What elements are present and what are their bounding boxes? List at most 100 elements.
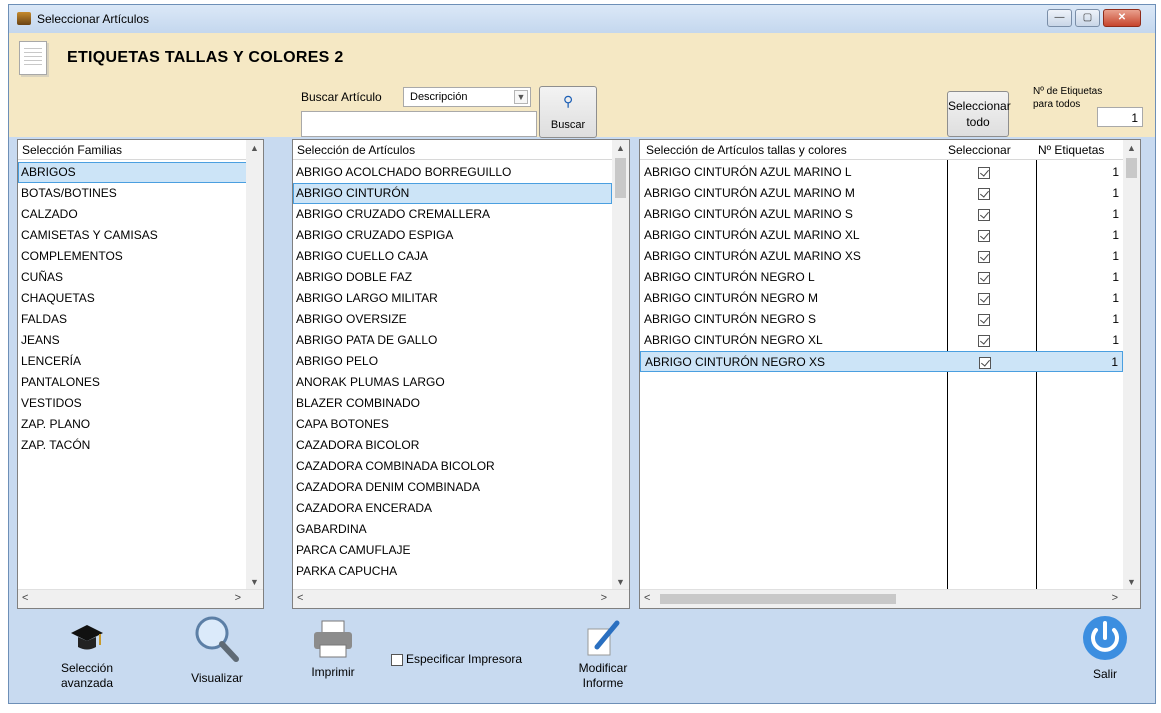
- scroll-up-icon[interactable]: ▲: [1123, 140, 1140, 156]
- table-row[interactable]: ABRIGO CINTURÓN NEGRO M 1: [640, 288, 1123, 309]
- specify-printer-option[interactable]: Especificar Impresora: [391, 652, 522, 666]
- select-cell[interactable]: [978, 267, 990, 288]
- table-row[interactable]: ABRIGO CINTURÓN AZUL MARINO XL 1: [640, 225, 1123, 246]
- families-hscroll[interactable]: < >: [18, 589, 263, 608]
- article-item[interactable]: ANORAK PLUMAS LARGO: [293, 372, 612, 393]
- select-cell[interactable]: [978, 162, 990, 183]
- table-row[interactable]: ABRIGO CINTURÓN AZUL MARINO S 1: [640, 204, 1123, 225]
- family-item[interactable]: JEANS: [18, 330, 263, 351]
- select-checkbox[interactable]: [979, 356, 991, 369]
- scroll-left-icon[interactable]: <: [644, 592, 650, 604]
- scroll-right-icon[interactable]: >: [235, 592, 241, 604]
- select-checkbox[interactable]: [978, 229, 990, 242]
- label-count-input[interactable]: 1: [1097, 107, 1143, 127]
- article-item[interactable]: ABRIGO CRUZADO CREMALLERA: [293, 204, 612, 225]
- print-button[interactable]: Imprimir: [301, 619, 365, 680]
- select-checkbox[interactable]: [978, 271, 990, 284]
- family-item[interactable]: BOTAS/BOTINES: [18, 183, 263, 204]
- article-item[interactable]: ABRIGO LARGO MILITAR: [293, 288, 612, 309]
- family-item[interactable]: LENCERÍA: [18, 351, 263, 372]
- article-item[interactable]: CAPA BOTONES: [293, 414, 612, 435]
- modify-report-button[interactable]: Modificar Informe: [571, 619, 635, 691]
- label-count-cell[interactable]: 1: [1112, 288, 1119, 309]
- family-item[interactable]: COMPLEMENTOS: [18, 246, 263, 267]
- select-checkbox[interactable]: [978, 334, 990, 347]
- scroll-thumb[interactable]: [660, 594, 896, 604]
- family-item[interactable]: ZAP. PLANO: [18, 414, 263, 435]
- scroll-left-icon[interactable]: <: [22, 592, 28, 604]
- table-row[interactable]: ABRIGO CINTURÓN NEGRO L 1: [640, 267, 1123, 288]
- minimize-button[interactable]: —: [1047, 9, 1072, 27]
- advanced-selection-button[interactable]: Selección avanzada: [49, 621, 125, 691]
- scroll-up-icon[interactable]: ▲: [612, 140, 629, 156]
- select-checkbox[interactable]: [978, 250, 990, 263]
- close-button[interactable]: ✕: [1103, 9, 1141, 27]
- families-vscroll[interactable]: ▲ ▼: [246, 140, 263, 590]
- label-count-cell[interactable]: 1: [1111, 352, 1118, 371]
- articles-hscroll[interactable]: < >: [293, 589, 629, 608]
- family-item[interactable]: CALZADO: [18, 204, 263, 225]
- preview-button[interactable]: Visualizar: [179, 613, 255, 686]
- table-row[interactable]: ABRIGO CINTURÓN AZUL MARINO M 1: [640, 183, 1123, 204]
- articles-vscroll[interactable]: ▲ ▼: [612, 140, 629, 590]
- article-item[interactable]: BLAZER COMBINADO: [293, 393, 612, 414]
- select-cell[interactable]: [978, 204, 990, 225]
- article-item[interactable]: GABARDINA: [293, 519, 612, 540]
- article-item[interactable]: ABRIGO ACOLCHADO BORREGUILLO: [293, 162, 612, 183]
- variants-vscroll[interactable]: ▲ ▼: [1123, 140, 1140, 590]
- table-row[interactable]: ABRIGO CINTURÓN AZUL MARINO L 1: [640, 162, 1123, 183]
- search-mode-select[interactable]: Descripción ▼: [403, 87, 531, 107]
- scroll-left-icon[interactable]: <: [297, 592, 303, 604]
- label-count-cell[interactable]: 1: [1112, 246, 1119, 267]
- label-count-cell[interactable]: 1: [1112, 330, 1119, 351]
- table-row[interactable]: ABRIGO CINTURÓN NEGRO XL 1: [640, 330, 1123, 351]
- select-all-button[interactable]: Seleccionar todo: [947, 91, 1011, 137]
- scroll-down-icon[interactable]: ▼: [612, 574, 629, 590]
- article-item[interactable]: CAZADORA ENCERADA: [293, 498, 612, 519]
- scroll-down-icon[interactable]: ▼: [246, 574, 263, 590]
- scroll-right-icon[interactable]: >: [601, 592, 607, 604]
- article-item[interactable]: ABRIGO CUELLO CAJA: [293, 246, 612, 267]
- article-item[interactable]: ABRIGO CINTURÓN: [293, 183, 612, 204]
- family-item[interactable]: PANTALONES: [18, 372, 263, 393]
- label-count-cell[interactable]: 1: [1112, 309, 1119, 330]
- article-item[interactable]: ABRIGO PELO: [293, 351, 612, 372]
- select-cell[interactable]: [978, 246, 990, 267]
- select-checkbox[interactable]: [978, 208, 990, 221]
- scroll-thumb[interactable]: [615, 158, 626, 198]
- article-item[interactable]: CAZADORA BICOLOR: [293, 435, 612, 456]
- scroll-up-icon[interactable]: ▲: [246, 140, 263, 156]
- scroll-right-icon[interactable]: >: [1112, 592, 1118, 604]
- scroll-down-icon[interactable]: ▼: [1123, 574, 1140, 590]
- label-count-cell[interactable]: 1: [1112, 267, 1119, 288]
- table-row[interactable]: ABRIGO CINTURÓN NEGRO XS 1: [640, 351, 1123, 372]
- label-count-cell[interactable]: 1: [1112, 162, 1119, 183]
- label-count-cell[interactable]: 1: [1112, 225, 1119, 246]
- variants-hscroll[interactable]: < >: [640, 589, 1140, 608]
- article-item[interactable]: ABRIGO PATA DE GALLO: [293, 330, 612, 351]
- chevron-down-icon[interactable]: ▼: [514, 90, 528, 104]
- select-cell[interactable]: [978, 309, 990, 330]
- select-checkbox[interactable]: [978, 166, 990, 179]
- select-checkbox[interactable]: [978, 313, 990, 326]
- article-item[interactable]: ABRIGO CRUZADO ESPIGA: [293, 225, 612, 246]
- specify-printer-checkbox[interactable]: [391, 653, 403, 666]
- article-item[interactable]: CAZADORA DENIM COMBINADA: [293, 477, 612, 498]
- label-count-cell[interactable]: 1: [1112, 204, 1119, 225]
- select-cell[interactable]: [978, 183, 990, 204]
- label-count-cell[interactable]: 1: [1112, 183, 1119, 204]
- maximize-button[interactable]: ▢: [1075, 9, 1100, 27]
- article-item[interactable]: PARCA CAMUFLAJE: [293, 540, 612, 561]
- family-item[interactable]: CAMISETAS Y CAMISAS: [18, 225, 263, 246]
- family-item[interactable]: CUÑAS: [18, 267, 263, 288]
- search-input[interactable]: [301, 111, 537, 137]
- scroll-thumb[interactable]: [1126, 158, 1137, 178]
- select-cell[interactable]: [978, 288, 990, 309]
- select-cell[interactable]: [978, 225, 990, 246]
- table-row[interactable]: ABRIGO CINTURÓN AZUL MARINO XS 1: [640, 246, 1123, 267]
- family-item[interactable]: CHAQUETAS: [18, 288, 263, 309]
- article-item[interactable]: CAZADORA COMBINADA BICOLOR: [293, 456, 612, 477]
- select-checkbox[interactable]: [978, 187, 990, 200]
- select-checkbox[interactable]: [978, 292, 990, 305]
- article-item[interactable]: ABRIGO DOBLE FAZ: [293, 267, 612, 288]
